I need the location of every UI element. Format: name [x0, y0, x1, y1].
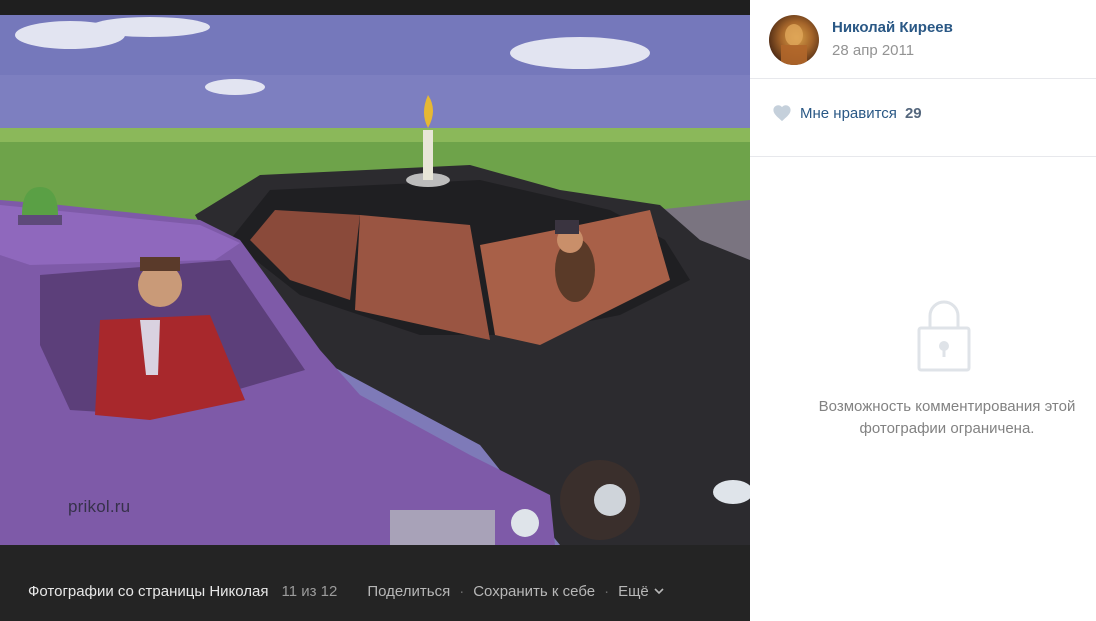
likes-block: Мне нравится 29 [750, 79, 1096, 157]
more-label: Ещё [618, 582, 649, 600]
share-button[interactable]: Поделиться [367, 583, 450, 600]
photo-viewer: prikol.ru Фотографии со страницы Николая… [0, 0, 750, 621]
heart-icon [773, 105, 791, 122]
viewer-top-strip [0, 0, 750, 15]
avatar[interactable] [769, 15, 819, 65]
photo-counter: 11 из 12 [281, 582, 338, 600]
viewer-bottom-bar: Фотографии со страницы Николая 11 из 12 … [0, 545, 750, 621]
separator-dot: · [459, 582, 465, 600]
viewer-actions: Фотографии со страницы Николая 11 из 12 … [28, 581, 664, 601]
comments-restricted: Возможность комментирования этой фотогра… [750, 296, 1096, 440]
like-button[interactable]: Мне нравится 29 [772, 104, 922, 122]
like-count[interactable]: 29 [905, 105, 922, 122]
post-date[interactable]: 28 апр 2011 [832, 42, 914, 59]
lock-icon [917, 300, 971, 372]
save-to-my-photos-button[interactable]: Сохранить к себе [473, 583, 595, 600]
author-block: Николай Киреев 28 апр 2011 [750, 0, 1096, 79]
avatar-image [781, 24, 807, 65]
photo[interactable]: prikol.ru [0, 15, 750, 545]
comments-restricted-message: Возможность комментирования этой фотогра… [818, 398, 1076, 437]
watermark: prikol.ru [68, 497, 131, 516]
album-title-link[interactable]: Фотографии со страницы Николая [28, 583, 269, 600]
more-button[interactable]: Ещё [618, 583, 664, 600]
separator-dot: · [604, 582, 610, 600]
author-name-link[interactable]: Николай Киреев [832, 19, 953, 36]
cartoon-illustration [0, 15, 750, 545]
chevron-down-icon [654, 588, 664, 595]
photo-info-panel: Николай Киреев 28 апр 2011 Мне нравится … [750, 0, 1096, 621]
like-label: Мне нравится [800, 104, 897, 122]
